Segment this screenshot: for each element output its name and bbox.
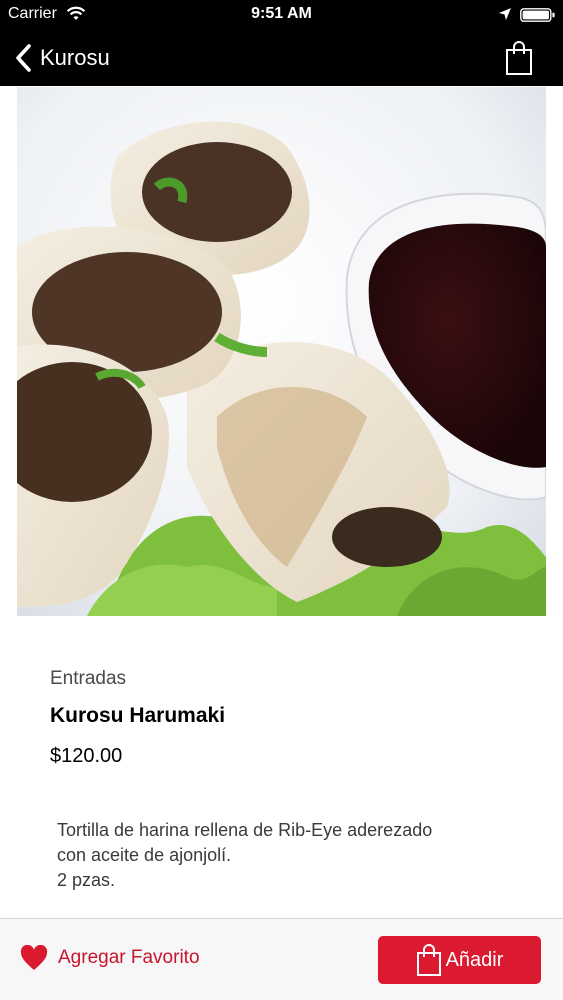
- add-to-cart-button[interactable]: Añadir: [378, 936, 541, 984]
- product-image: [17, 87, 546, 616]
- shopping-bag-icon[interactable]: [504, 40, 534, 76]
- back-button[interactable]: Kurosu: [14, 43, 110, 73]
- add-favorite-label: Agregar Favorito: [58, 947, 200, 968]
- chevron-left-icon: [16, 44, 31, 72]
- description-line: 2 pzas.: [57, 870, 116, 890]
- product-title: Kurosu Harumaki: [50, 704, 226, 727]
- status-bar: Carrier 9:51 AM: [0, 0, 563, 30]
- shopping-bag-icon: [416, 944, 441, 976]
- location-arrow-icon: [499, 8, 511, 20]
- heart-icon: [20, 945, 48, 970]
- add-favorite-button[interactable]: Agregar Favorito: [20, 945, 200, 971]
- description-line: Tortilla de harina rellena de Rib-Eye ad…: [57, 820, 433, 840]
- description-line: con aceite de ajonjolí.: [57, 845, 232, 865]
- product-price: $120.00: [50, 745, 123, 767]
- add-to-cart-label: Añadir: [445, 948, 504, 971]
- bottom-action-bar: Agregar Favorito Añadir: [0, 918, 563, 1000]
- back-label: Kurosu: [40, 45, 110, 70]
- product-category: Entradas: [50, 668, 127, 689]
- navigation-bar: Kurosu: [0, 30, 563, 86]
- battery-icon: [520, 8, 555, 22]
- product-description: Tortilla de harina rellena de Rib-Eye ad…: [57, 818, 527, 893]
- clock: 9:51 AM: [251, 5, 312, 22]
